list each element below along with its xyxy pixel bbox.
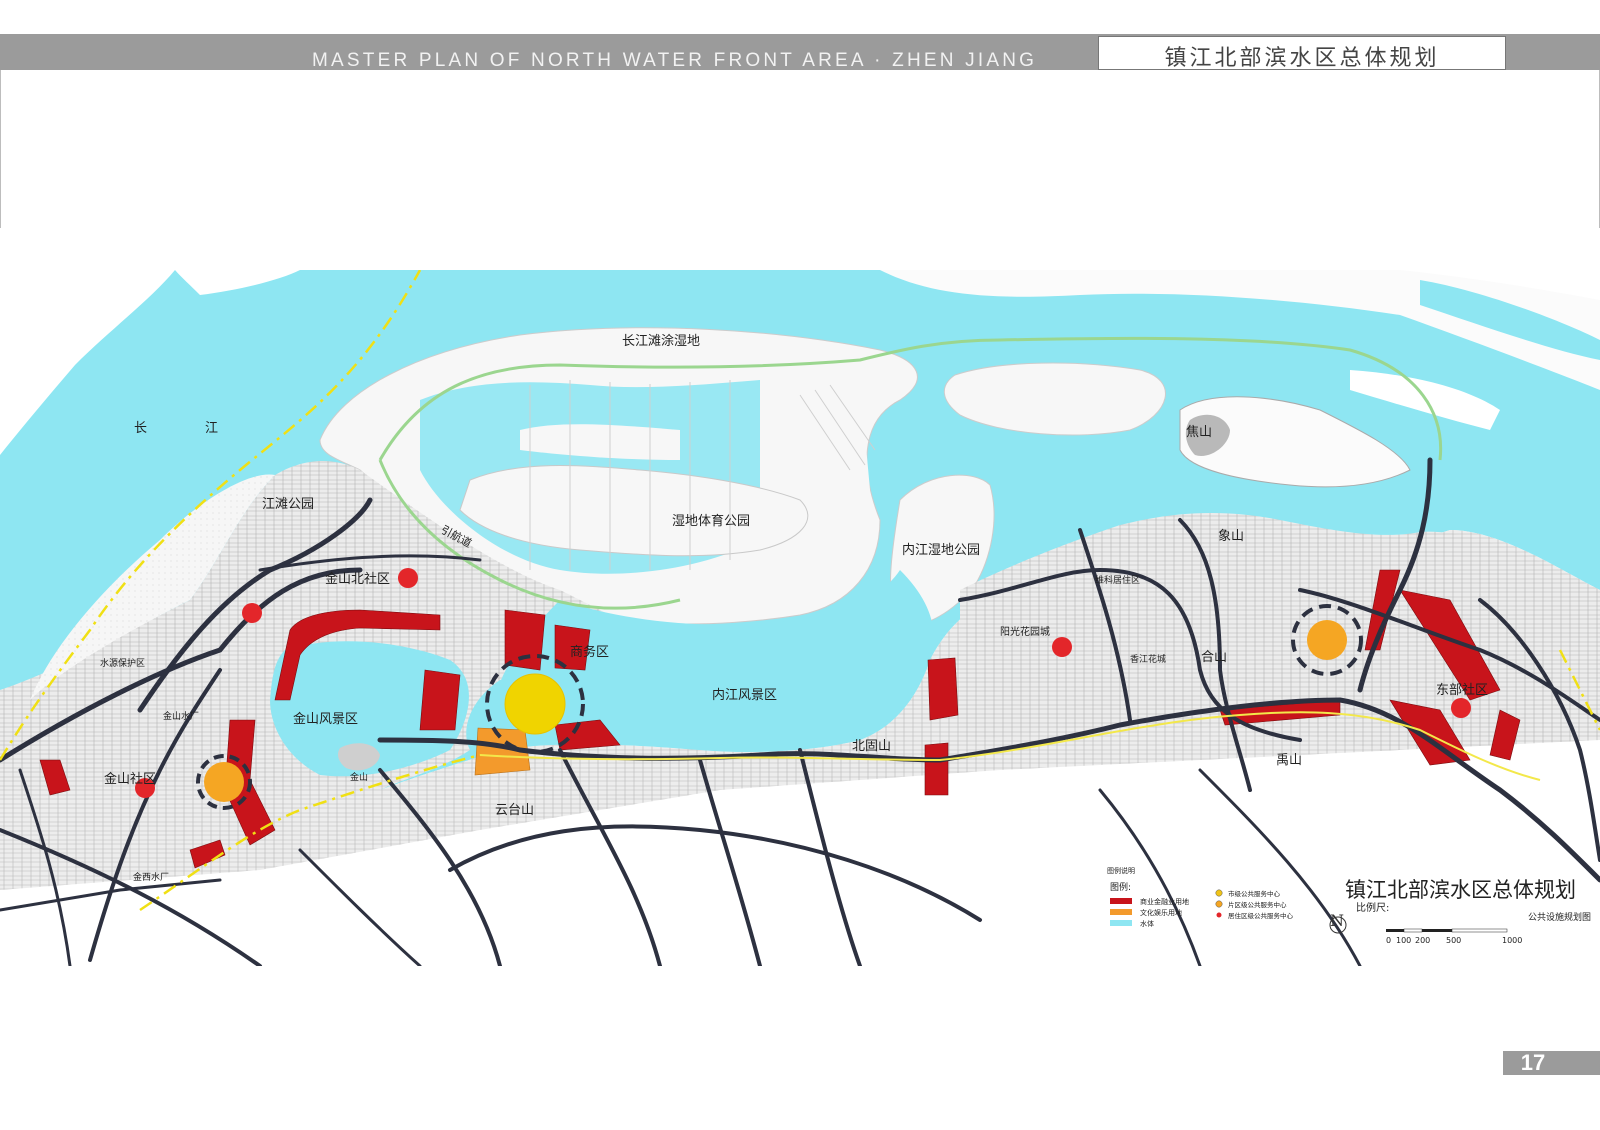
residential-center <box>242 603 262 623</box>
label-jinshan-scenic-area: 金山风景区 <box>293 711 358 727</box>
legend-small-title: 图例说明 <box>1107 866 1135 875</box>
label-inner-river-scenic-area: 内江风景区 <box>712 687 777 703</box>
legend-label-residential-center: 居住区级公共服务中心 <box>1228 911 1294 920</box>
label-inner-river-wetland-park: 内江湿地公园 <box>902 542 980 558</box>
legend-label-commercial: 商业金融业用地 <box>1140 897 1189 906</box>
legend-icon-city-center <box>1215 889 1223 897</box>
label-heshan: 合山 <box>1201 650 1227 665</box>
scale-label: 比例尺: <box>1356 901 1389 914</box>
scale-tick-0: 0 <box>1386 936 1391 945</box>
label-jinshan: 金山 <box>350 771 368 783</box>
legend-label-district-center: 片区级公共服务中心 <box>1228 900 1287 909</box>
label-jiangtan-park: 江滩公园 <box>262 497 314 512</box>
legend-icon-residential-center <box>1216 912 1222 918</box>
legend-swatch-cultural <box>1110 909 1132 915</box>
master-plan-map: 长 江 长江滩涂湿地 江滩公园 引航道 湿地体育公园 内江湿地公园 焦山 象山 … <box>0 270 1600 966</box>
legend-label-water: 水体 <box>1140 919 1154 928</box>
label-yangguang-garden: 阳光花园城 <box>1000 625 1050 638</box>
residential-center <box>1451 698 1471 718</box>
scale-tick-200: 200 <box>1415 936 1430 945</box>
legend-label-city-center: 市级公共服务中心 <box>1228 889 1281 898</box>
scale-tick-500: 500 <box>1446 936 1461 945</box>
label-wetland-beach: 长江滩涂湿地 <box>622 333 700 349</box>
header-title-box: 镇江北部滨水区总体规划 <box>1098 36 1506 71</box>
legend-title: 图例: <box>1110 881 1131 893</box>
label-wetland-sports-park: 湿地体育公园 <box>672 513 750 529</box>
label-xiangjiang-garden: 香江花城 <box>1130 653 1166 665</box>
svg-text:N: N <box>1330 911 1344 930</box>
label-jiaoshan: 焦山 <box>1186 425 1212 440</box>
label-jinshan-water-plant: 金山水厂 <box>163 710 199 722</box>
label-water-protection-zone: 水源保护区 <box>100 657 145 669</box>
label-jinxi-water-plant: 金西水厂 <box>133 871 169 883</box>
label-business-district: 商务区 <box>570 644 609 660</box>
label-beiguoshan: 北固山 <box>852 739 891 754</box>
page-number: 17 <box>1520 1050 1546 1075</box>
scale-tick-1000: 1000 <box>1502 936 1522 945</box>
legend-label-cultural: 文化娱乐用地 <box>1140 908 1182 917</box>
label-yuntaishan: 云台山 <box>495 803 534 818</box>
label-weike-residential: 维科居住区 <box>1095 574 1140 586</box>
header-title-cn: 镇江北部滨水区总体规划 <box>1164 46 1440 71</box>
scale-tick-100: 100 <box>1396 936 1411 945</box>
label-dongbu-community: 东部社区 <box>1436 682 1488 698</box>
header-title-en: MASTER PLAN OF NORTH WATER FRONT AREA · … <box>312 50 1038 71</box>
plan-title: 镇江北部滨水区总体规划 <box>1345 878 1576 902</box>
legend-swatch-commercial <box>1110 898 1132 904</box>
north-arrow-icon: N <box>1329 911 1347 934</box>
scale-bar <box>1386 928 1508 933</box>
label-changjiang-chang: 长 <box>134 421 147 436</box>
residential-center <box>398 568 418 588</box>
residential-center <box>1052 637 1072 657</box>
plan-subtitle: 公共设施规划图 <box>1528 911 1591 923</box>
left-rule <box>0 70 1 228</box>
label-jinshan-community: 金山社区 <box>104 771 156 787</box>
label-changjiang-jiang: 江 <box>205 421 218 436</box>
page-number-badge: 17 <box>1503 1051 1600 1075</box>
label-jinshan-north-community: 金山北社区 <box>325 571 390 587</box>
legend-swatch-water <box>1110 920 1132 926</box>
label-yushan: 禹山 <box>1276 753 1302 768</box>
legend-icon-district-center <box>1215 900 1223 908</box>
label-xiangshan: 象山 <box>1218 529 1244 544</box>
